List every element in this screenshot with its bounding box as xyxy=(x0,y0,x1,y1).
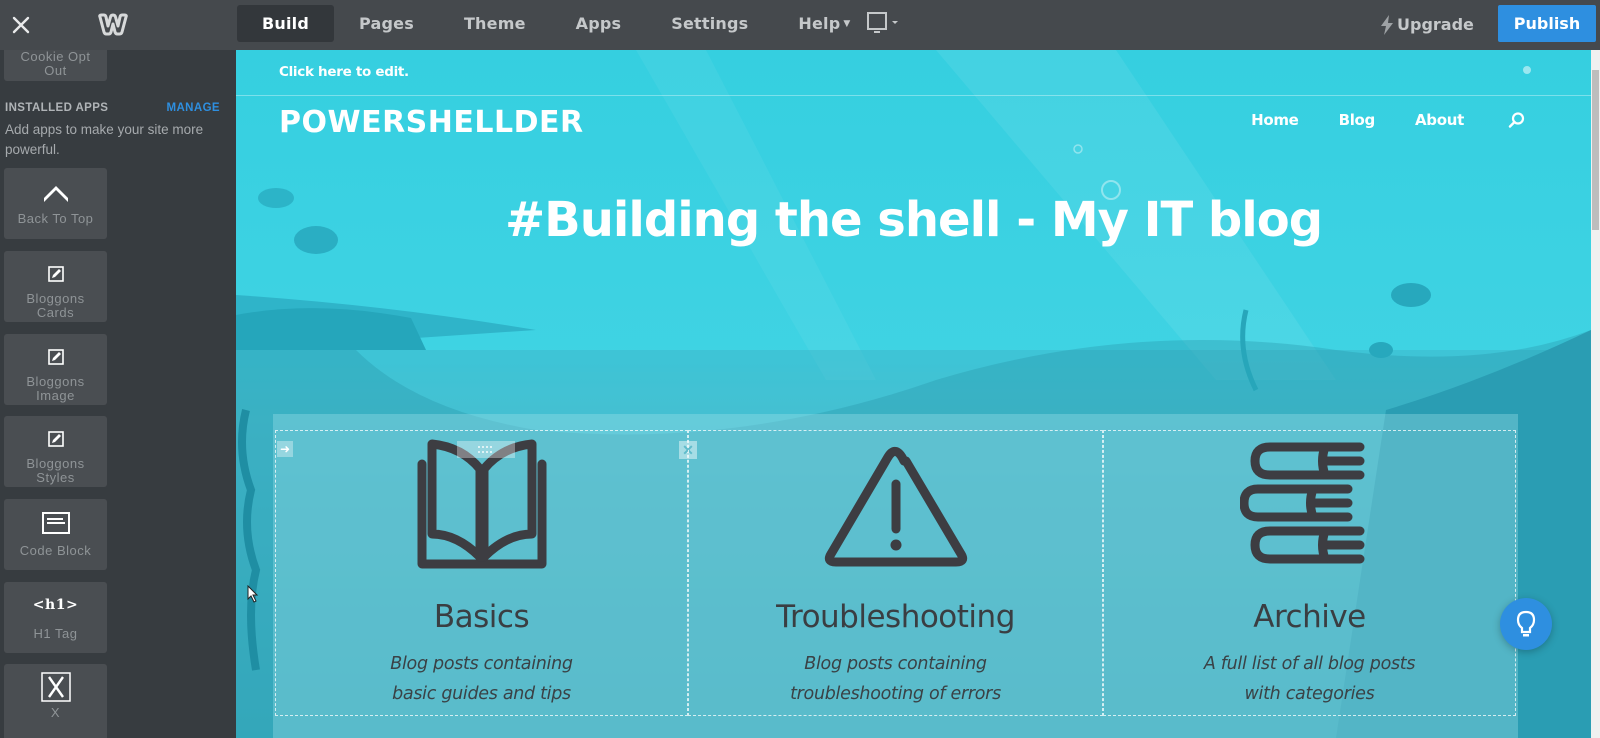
desktop-monitor-icon xyxy=(867,12,898,33)
tab-build[interactable]: Build xyxy=(237,5,335,42)
tab-settings[interactable]: Settings xyxy=(646,5,773,42)
app-tile-code-block[interactable]: Code Block xyxy=(4,499,107,570)
device-preview-button[interactable] xyxy=(866,11,902,37)
installed-apps-description: Add apps to make your site more powerful… xyxy=(5,122,204,157)
chevron-up-icon xyxy=(43,186,68,202)
tab-label: Theme xyxy=(463,14,526,33)
mouse-cursor-icon xyxy=(247,585,259,603)
tab-help[interactable]: Help ▼ xyxy=(773,5,875,42)
x-box-icon xyxy=(40,672,71,702)
app-label: Bloggons xyxy=(26,456,85,471)
site-nav-about[interactable]: About xyxy=(1415,111,1464,129)
installed-apps-heading: INSTALLED APPS MANAGE xyxy=(5,102,220,114)
feature-title: Basics xyxy=(433,599,530,635)
column-move-handle[interactable]: ➜ xyxy=(277,441,293,457)
open-book-icon xyxy=(417,439,546,569)
tab-label: Help xyxy=(798,14,841,33)
section-title: INSTALLED APPS xyxy=(5,102,109,114)
tab-label: Pages xyxy=(359,14,414,33)
drag-dots-icon xyxy=(478,446,492,453)
app-label: Styles xyxy=(36,470,75,485)
lightbulb-icon xyxy=(1516,610,1536,637)
canvas-scrollbar-thumb[interactable] xyxy=(1592,70,1599,230)
site-preview-canvas[interactable]: Click here to edit. POWERSHELLDER Home B… xyxy=(236,50,1591,738)
feature-description: Blog posts containing troubleshooting of … xyxy=(790,654,1001,704)
feature-title: Archive xyxy=(1253,599,1366,635)
site-nav-home[interactable]: Home xyxy=(1251,111,1299,129)
close-editor-button[interactable] xyxy=(8,12,34,38)
feature-column-archive[interactable]: Archive A full list of all blog posts wit… xyxy=(1103,430,1516,716)
feature-column-troubleshooting[interactable]: Troubleshooting Blog posts containing tro… xyxy=(688,430,1103,716)
feature-column-basics[interactable]: Basics Blog posts containing basic guides… xyxy=(275,430,697,716)
site-nav-blog[interactable]: Blog xyxy=(1339,111,1376,129)
app-tile-cookie-opt-out[interactable]: Cookie Opt Out xyxy=(4,50,107,81)
warning-icon xyxy=(824,446,967,567)
features-section[interactable]: Basics Blog posts containing basic guides… xyxy=(273,414,1518,738)
app-tile-h1-tag[interactable]: <h1> H1 Tag xyxy=(4,582,107,653)
apps-sidebar: Cookie Opt Out INSTALLED APPS MANAGE Add… xyxy=(0,50,236,738)
search-icon[interactable] xyxy=(1508,111,1526,129)
app-label: H1 Tag xyxy=(33,626,78,641)
app-label: Cards xyxy=(36,305,75,320)
edit-icon xyxy=(47,266,64,282)
app-label: Out xyxy=(44,63,67,78)
publish-button[interactable]: Publish xyxy=(1498,5,1596,42)
tab-apps[interactable]: Apps xyxy=(551,5,647,42)
header-edit-bar: Click here to edit. xyxy=(236,50,1591,96)
click-to-edit-hint[interactable]: Click here to edit. xyxy=(279,64,409,80)
book-stack-icon xyxy=(1239,442,1364,564)
tab-label: Apps xyxy=(575,14,622,33)
upgrade-button[interactable]: Upgrade xyxy=(1380,12,1474,38)
weebly-logo-icon[interactable] xyxy=(97,12,129,38)
edit-icon xyxy=(47,349,64,365)
app-label: Code Block xyxy=(19,543,92,558)
code-block-icon xyxy=(41,512,70,534)
column-drag-handle[interactable] xyxy=(457,441,515,458)
manage-apps-link[interactable]: MANAGE xyxy=(166,102,220,114)
app-label: X xyxy=(50,705,61,720)
app-label: Bloggons xyxy=(26,374,85,389)
site-nav: Home Blog About xyxy=(1211,111,1526,129)
lightning-icon xyxy=(1381,15,1393,35)
tips-button[interactable] xyxy=(1500,598,1552,650)
app-tile-bloggons-styles[interactable]: Bloggons Styles xyxy=(4,416,107,487)
caret-down-icon: ▼ xyxy=(843,19,851,29)
app-label: Bloggons xyxy=(26,291,85,306)
tab-theme[interactable]: Theme xyxy=(439,5,551,42)
feature-description: Blog posts containing basic guides and ti… xyxy=(390,654,573,704)
app-label: Image xyxy=(36,388,75,403)
edit-icon xyxy=(47,431,64,447)
main-nav-tabs: Build Pages Theme Apps Settings Help ▼ xyxy=(237,5,875,42)
site-title[interactable]: POWERSHELLDER xyxy=(279,105,584,140)
tab-label: Settings xyxy=(671,14,749,33)
app-label: Cookie Opt xyxy=(20,50,91,64)
tab-pages[interactable]: Pages xyxy=(334,5,439,42)
app-tile-bloggons-cards[interactable]: Bloggons Cards xyxy=(4,251,107,322)
feature-title: Troubleshooting xyxy=(776,599,1015,635)
app-tile-back-to-top[interactable]: Back To Top xyxy=(4,168,107,239)
top-toolbar: Build Pages Theme Apps Settings Help ▼ Up… xyxy=(0,0,1600,50)
hero-title[interactable]: #Building the shell - My IT blog xyxy=(236,192,1591,248)
app-label: Back To Top xyxy=(17,211,94,226)
feature-description: A full list of all blog posts with catego… xyxy=(1203,654,1416,704)
tab-label: Build xyxy=(262,14,310,33)
app-tile-x[interactable]: X xyxy=(4,664,107,738)
app-tile-bloggons-image[interactable]: Bloggons Image xyxy=(4,334,107,405)
h1-tag-icon: <h1> xyxy=(32,597,79,613)
upgrade-label: Upgrade xyxy=(1397,15,1474,34)
close-icon xyxy=(12,16,30,34)
